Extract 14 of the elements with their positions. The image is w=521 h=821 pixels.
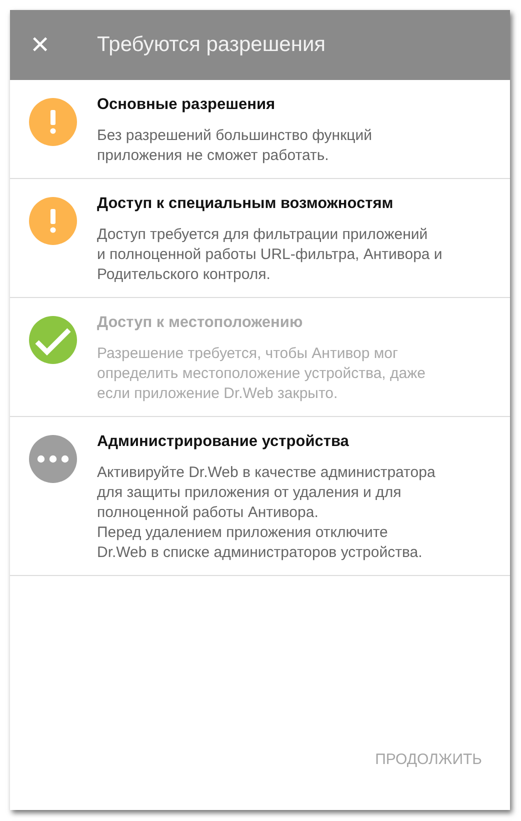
- permission-title: Основные разрешения: [97, 95, 276, 115]
- more-icon: [29, 435, 77, 483]
- permission-title: Администрирование устройства: [97, 432, 350, 452]
- permission-description: Доступ требуется для фильтрации приложений и полноценной работы URL-фильтра, Антивора и Родительского контроля.: [97, 225, 442, 285]
- permission-title: Доступ к местоположению: [97, 313, 304, 333]
- close-button[interactable]: ✕: [10, 31, 74, 59]
- permission-title: Доступ к специальным возможностям: [97, 194, 394, 214]
- checkmark-icon: [29, 316, 77, 364]
- permission-description: Активируйте Dr.Web в качестве администратора для защиты приложения от удаления и для полноценной работы Антивора. Перед удалением приложения отключите Dr.Web в списке администраторов устройства.: [97, 463, 436, 563]
- exclamation-icon: [29, 98, 77, 146]
- dialog-title: Требуются разрешения: [97, 33, 326, 57]
- exclamation-icon: [29, 197, 77, 245]
- permission-description: Без разрешений большинство функций приложения не сможет работать.: [97, 126, 372, 166]
- permission-description: Разрешение требуется, чтобы Антивор мог определить местоположение устройства, даже если приложение Dr.Web закрыто.: [97, 344, 426, 404]
